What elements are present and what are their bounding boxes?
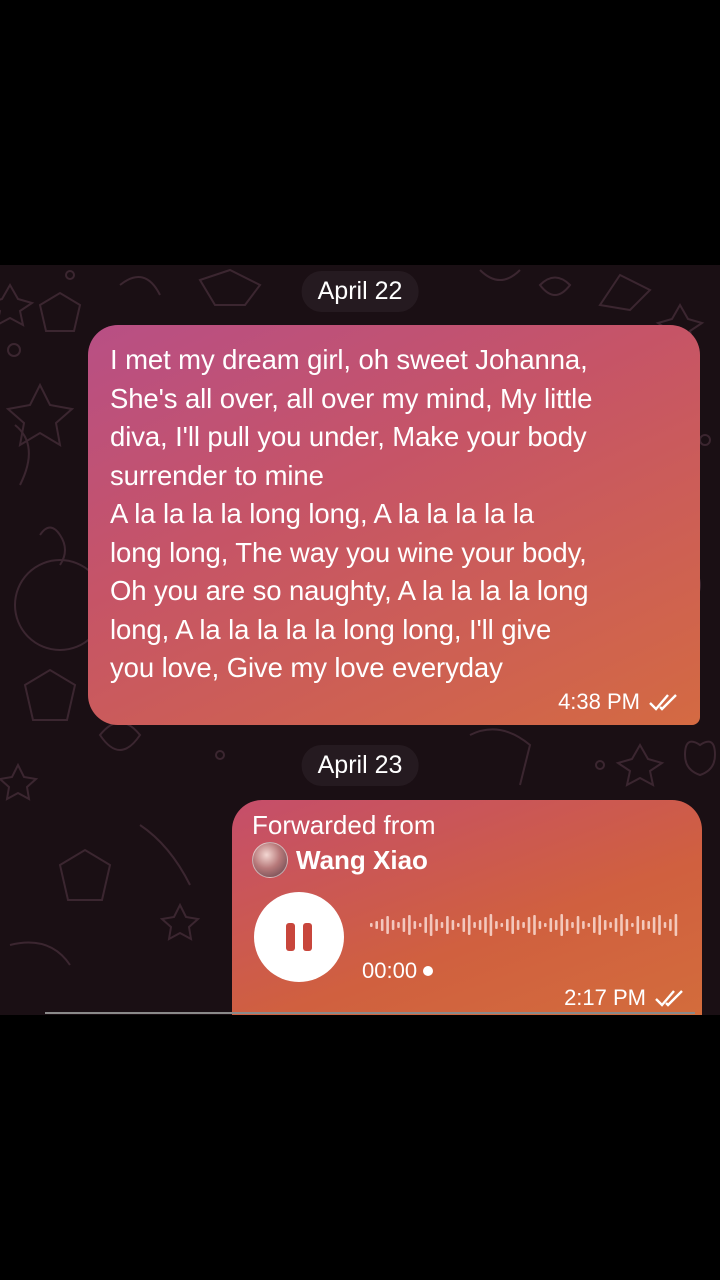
waveform-bar: [582, 921, 585, 929]
waveform-bar: [435, 919, 438, 931]
waveform-bar: [631, 923, 634, 927]
waveform-bar: [554, 920, 558, 930]
waveform-bar: [663, 922, 667, 928]
waveform-bar: [440, 922, 444, 928]
forwarded-sender[interactable]: Wang Xiao: [252, 842, 428, 878]
waveform-bar: [549, 918, 553, 932]
waveform-bar: [609, 922, 612, 928]
waveform-bar: [625, 919, 629, 931]
waveform-bar: [424, 917, 427, 933]
waveform-bar: [576, 916, 580, 934]
waveform-bar: [587, 923, 591, 927]
waveform-bar: [478, 920, 482, 930]
waveform-bar: [658, 915, 661, 935]
waveform-bar: [391, 920, 395, 930]
waveform-bar: [565, 919, 569, 931]
waveform-bar: [674, 914, 678, 936]
message-bubble-lyrics[interactable]: I met my dream girl, oh sweet Johanna, S…: [88, 325, 700, 725]
waveform-bar: [571, 922, 574, 928]
divider: [45, 1012, 695, 1014]
waveform-bar: [511, 916, 514, 934]
double-check-icon: [649, 694, 677, 711]
message-meta: 2:17 PM: [564, 985, 688, 1011]
waveform-bar: [467, 915, 471, 935]
waveform-bar: [527, 917, 531, 933]
date-separator: April 22: [301, 271, 419, 312]
waveform-bar: [593, 917, 596, 933]
unplayed-dot-icon: [423, 966, 434, 976]
waveform-bar: [397, 922, 400, 928]
waveform-bar: [636, 916, 640, 934]
waveform-bar: [489, 914, 493, 936]
waveform-bar: [614, 918, 618, 932]
pause-button[interactable]: [254, 892, 344, 982]
waveform-bar: [375, 921, 378, 929]
waveform-bar: [370, 923, 373, 927]
voice-waveform[interactable]: [370, 910, 680, 940]
waveform-bar: [473, 922, 476, 928]
waveform-bar: [538, 921, 542, 929]
waveform-bar: [408, 915, 411, 935]
waveform-bar: [495, 921, 498, 929]
waveform-bar: [500, 923, 504, 927]
waveform-bar: [380, 919, 384, 931]
avatar: [252, 842, 288, 878]
waveform-bar: [418, 923, 422, 927]
pause-icon: [286, 923, 295, 951]
chat-area: April 22 I met my dream girl, oh sweet J…: [0, 265, 720, 1015]
waveform-bar: [652, 917, 656, 933]
waveform-bar: [413, 921, 417, 929]
waveform-bar: [506, 919, 509, 931]
waveform-bar: [516, 920, 520, 930]
waveform-bar: [484, 917, 487, 933]
waveform-bar: [669, 919, 672, 931]
waveform-bar: [603, 920, 607, 930]
waveform-bar: [544, 923, 547, 927]
waveform-bar: [641, 920, 645, 930]
waveform-bar: [560, 914, 563, 936]
date-separator: April 23: [301, 745, 419, 786]
waveform-bar: [533, 915, 536, 935]
message-meta: 4:38 PM: [558, 689, 682, 715]
message-text: I met my dream girl, oh sweet Johanna, S…: [110, 344, 593, 683]
waveform-bar: [451, 920, 455, 930]
waveform-bar: [446, 916, 449, 934]
double-check-icon: [655, 990, 683, 1007]
message-time: 4:38 PM: [558, 689, 640, 714]
message-bubble-voice[interactable]: Forwarded from Wang Xiao 00:00 2:17 PM: [232, 800, 702, 1015]
waveform-bar: [429, 914, 433, 936]
duration-text: 00:00: [362, 958, 418, 983]
waveform-bar: [386, 916, 389, 934]
waveform-bar: [620, 914, 623, 936]
forwarded-sender-name: Wang Xiao: [296, 844, 428, 875]
waveform-bar: [462, 918, 466, 932]
voice-duration: 00:00: [362, 958, 434, 984]
waveform-bar: [402, 918, 406, 932]
message-time: 2:17 PM: [564, 985, 646, 1010]
waveform-bar: [522, 922, 525, 928]
forwarded-from-label: Forwarded from: [252, 810, 436, 840]
waveform-bar: [457, 923, 460, 927]
waveform-bar: [647, 921, 650, 929]
waveform-bar: [598, 915, 601, 935]
